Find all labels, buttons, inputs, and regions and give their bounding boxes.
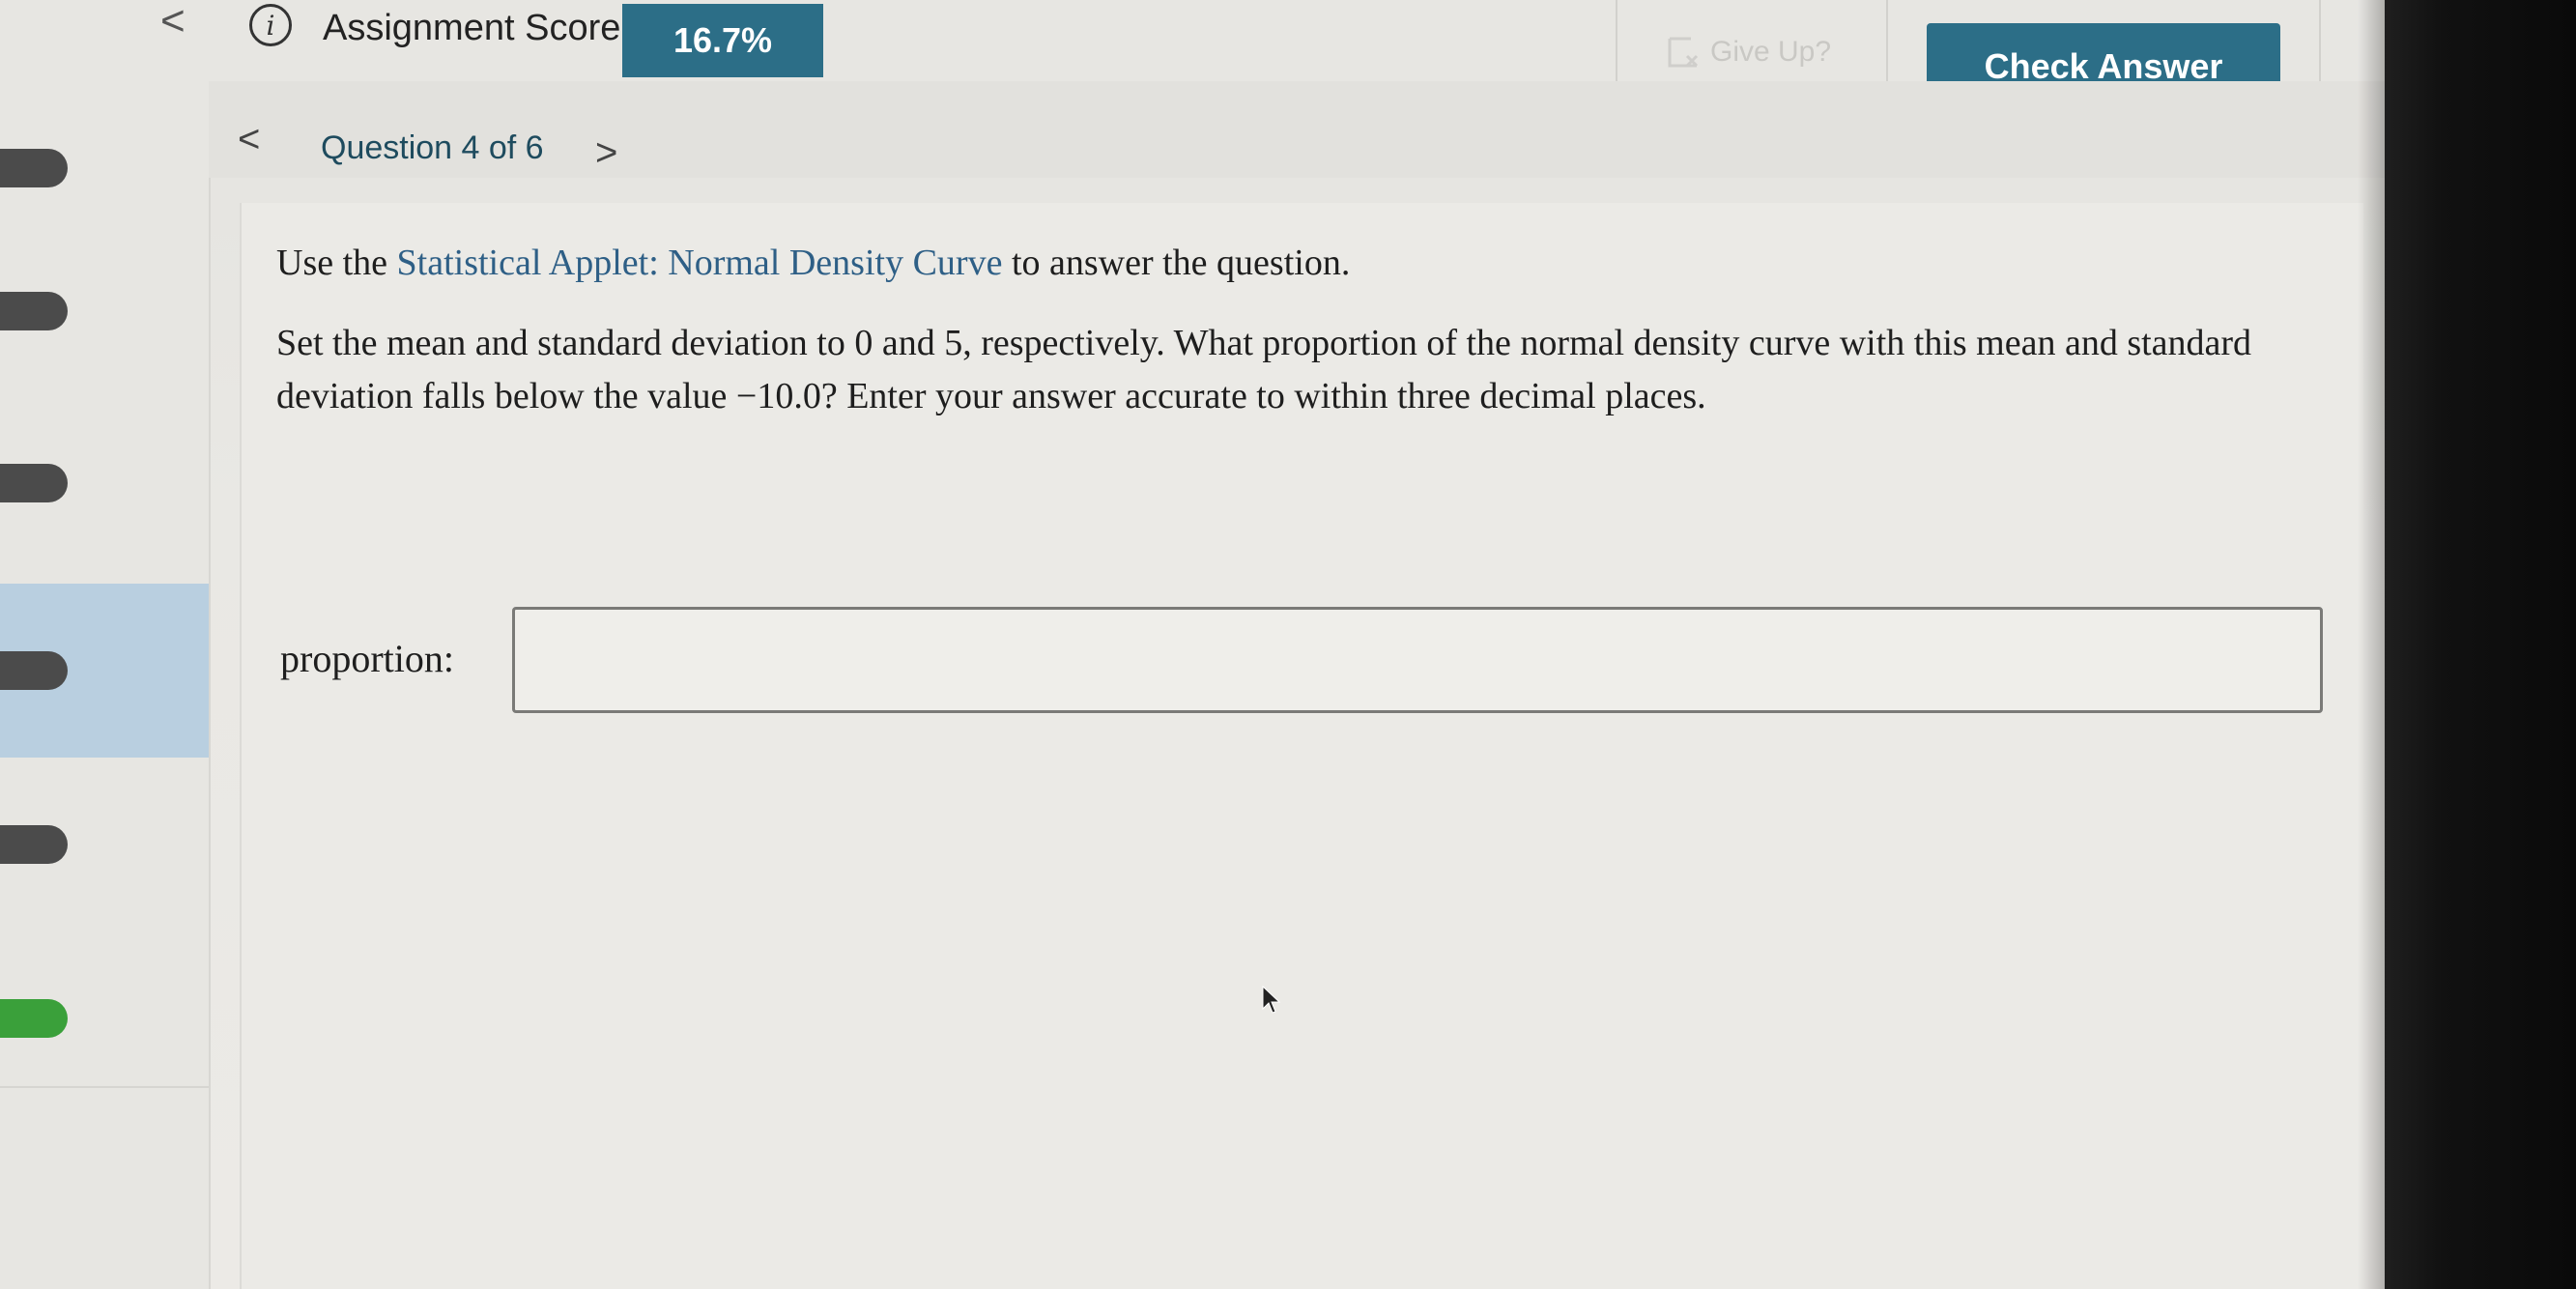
- sidebar-item-question-4[interactable]: [0, 584, 209, 758]
- screen: < i Assignment Score: 16.7% Give Up? Che…: [0, 0, 2576, 1289]
- question-status-pill: [0, 292, 68, 330]
- instruction-text: Use the Statistical Applet: Normal Densi…: [276, 240, 2305, 287]
- assignment-score-value: 16.7%: [622, 4, 823, 77]
- instruction-suffix: to answer the question.: [1002, 243, 1351, 283]
- question-counter: Question 4 of 6: [321, 129, 544, 166]
- sidebar-item-question-3[interactable]: [0, 396, 209, 570]
- give-up-label: Give Up?: [1710, 36, 1832, 68]
- info-icon[interactable]: i: [249, 4, 292, 46]
- question-status-pill: [0, 825, 68, 864]
- proportion-label: proportion:: [280, 637, 454, 680]
- question-sidebar: [0, 81, 211, 1289]
- statistical-applet-link[interactable]: Statistical Applet: Normal Density Curve: [397, 243, 1003, 283]
- question-navigation: < Question 4 of 6 >: [209, 81, 2385, 178]
- sidebar-item-question-6[interactable]: [0, 931, 209, 1105]
- question-status-pill-correct: [0, 999, 68, 1038]
- assignment-score-label: Assignment Score:: [323, 8, 631, 48]
- question-status-pill: [0, 149, 68, 187]
- next-question-icon[interactable]: >: [595, 131, 617, 175]
- previous-question-icon[interactable]: <: [238, 118, 260, 161]
- sidebar-divider: [0, 1086, 209, 1088]
- question-content: Use the Statistical Applet: Normal Densi…: [240, 203, 2363, 1289]
- question-status-pill: [0, 651, 68, 690]
- question-status-pill: [0, 464, 68, 502]
- instruction-prefix: Use the: [276, 243, 397, 283]
- sidebar-item-question-2[interactable]: [0, 224, 209, 398]
- proportion-input[interactable]: [512, 607, 2323, 713]
- give-up-button[interactable]: Give Up?: [1666, 35, 1831, 70]
- back-chevron-icon[interactable]: <: [160, 0, 186, 43]
- monitor-bezel: [2385, 0, 2576, 1289]
- question-text: Set the mean and standard deviation to 0…: [276, 323, 2252, 417]
- mouse-cursor-icon: [1262, 986, 1281, 1014]
- assignment-header: < i Assignment Score: 16.7% Give Up? Che…: [0, 0, 2385, 124]
- sidebar-item-question-5[interactable]: [0, 758, 209, 931]
- give-up-icon: [1668, 37, 1699, 68]
